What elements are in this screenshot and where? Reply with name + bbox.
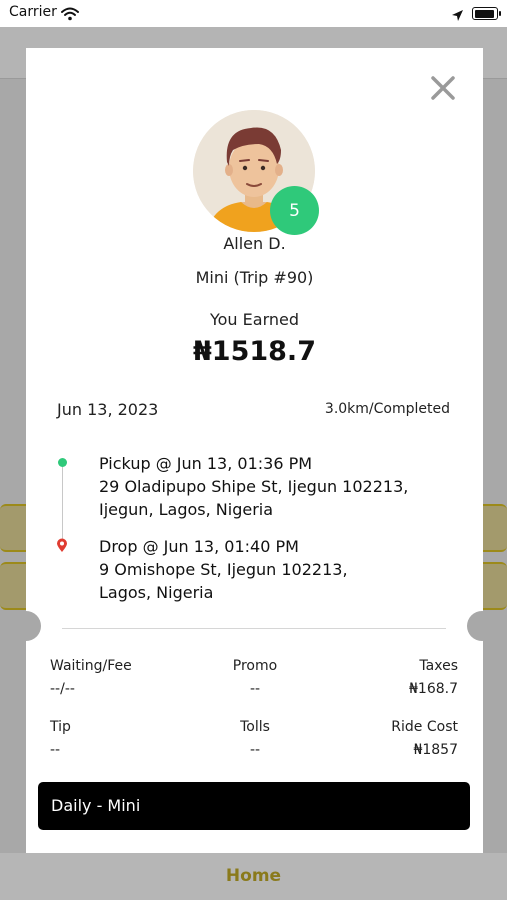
pickup-details: Pickup @ Jun 13, 01:36 PM 29 Oladipupo S…	[99, 452, 408, 521]
tolls-label: Tolls	[240, 719, 270, 735]
trip-date: Jun 13, 2023	[57, 400, 159, 419]
pickup-address-line1: 29 Oladipupo Shipe St, Ijegun 102213,	[99, 477, 409, 496]
waiting-fee-value: --/--	[50, 681, 75, 697]
promo-value: --	[249, 681, 261, 697]
ticket-divider	[62, 628, 446, 629]
nav-home[interactable]: Home	[0, 866, 507, 886]
trip-info: Mini (Trip #90)	[195, 268, 314, 287]
status-bar: Carrier	[0, 0, 507, 27]
drop-address-line2: Lagos, Nigeria	[99, 583, 214, 602]
battery-icon	[472, 7, 501, 20]
carrier-label: Carrier	[9, 4, 57, 20]
drop-title: Drop @ Jun 13, 01:40 PM	[99, 537, 299, 556]
earned-amount: ₦1518.7	[193, 336, 316, 367]
promo-label: Promo	[232, 658, 278, 674]
ride-cost-value: ₦1857	[413, 742, 458, 758]
location-arrow-icon	[451, 7, 464, 26]
close-button[interactable]	[429, 74, 457, 102]
ticket-notch-left	[11, 611, 41, 641]
drop-address-line1: 9 Omishope St, Ijegun 102213,	[99, 560, 348, 579]
rating-badge: 5	[270, 186, 319, 235]
waiting-fee-label: Waiting/Fee	[50, 658, 132, 674]
ticket-notch-right	[467, 611, 497, 641]
taxes-value: ₦168.7	[409, 681, 458, 697]
pickup-title: Pickup @ Jun 13, 01:36 PM	[99, 454, 313, 473]
close-icon	[431, 76, 455, 100]
driver-name: Allen D.	[223, 234, 286, 253]
plan-label: Daily - Mini	[51, 796, 141, 815]
trip-details-modal: 5 Allen D. Mini (Trip #90) You Earned ₦1…	[26, 48, 483, 854]
tip-value: --	[50, 742, 61, 758]
wifi-icon	[61, 6, 79, 25]
tip-label: Tip	[50, 719, 71, 735]
taxes-label: Taxes	[419, 658, 458, 674]
bottom-nav: Home	[0, 853, 507, 900]
pickup-dot-icon	[58, 458, 67, 467]
pickup-address-line2: Ijegun, Lagos, Nigeria	[99, 500, 274, 519]
location-pin-icon	[56, 538, 68, 557]
trip-distance-status: 3.0km/Completed	[324, 401, 450, 417]
earned-label: You Earned	[209, 310, 299, 329]
plan-bar[interactable]: Daily - Mini	[38, 782, 470, 830]
route-connector	[62, 467, 63, 539]
drop-details: Drop @ Jun 13, 01:40 PM 9 Omishope St, I…	[99, 535, 348, 604]
ride-cost-label: Ride Cost	[391, 719, 458, 735]
tolls-value: --	[249, 742, 261, 758]
